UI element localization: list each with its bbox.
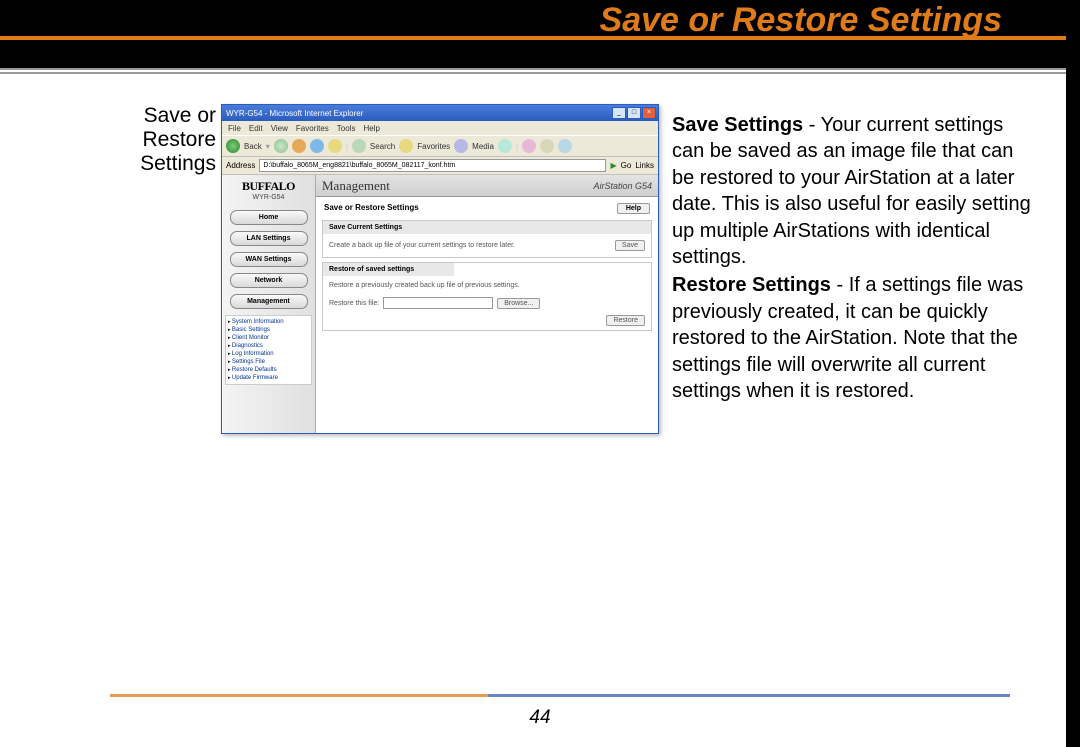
page-title: Save or Restore Settings	[324, 203, 419, 214]
ie-menubar: File Edit View Favorites Tools Help	[222, 121, 658, 135]
management-header: Management AirStation G54	[316, 175, 658, 197]
search-label: Search	[370, 142, 395, 151]
ie-address-bar: Address D:\buffalo_8065M_eng8821\buffalo…	[222, 157, 658, 175]
window-buttons: _ □ ×	[612, 107, 656, 119]
maximize-button[interactable]: □	[627, 107, 641, 119]
favorites-icon[interactable]	[399, 139, 413, 153]
menu-file[interactable]: File	[228, 124, 241, 133]
menu-tools[interactable]: Tools	[337, 124, 356, 133]
print-icon[interactable]	[540, 139, 554, 153]
airstation-label: AirStation G54	[593, 181, 652, 191]
minimize-button[interactable]: _	[612, 107, 626, 119]
sublink-system-information[interactable]: System Information	[228, 318, 309, 326]
model-label: WYR-G54	[253, 194, 285, 201]
sublink-restore-defaults[interactable]: Restore Defaults	[228, 366, 309, 374]
forward-icon[interactable]	[274, 139, 288, 153]
menu-help[interactable]: Help	[363, 124, 379, 133]
browser-screenshot: WYR-G54 - Microsoft Internet Explorer _ …	[221, 104, 659, 434]
ie-window-title: WYR-G54 - Microsoft Internet Explorer	[226, 109, 363, 118]
ie-titlebar: WYR-G54 - Microsoft Internet Explorer _ …	[222, 105, 658, 121]
browse-button[interactable]: Browse...	[497, 298, 540, 309]
page-title-row: Save or Restore Settings Help	[316, 197, 658, 216]
page-body: BUFFALO WYR-G54 Home LAN Settings WAN Se…	[222, 175, 658, 433]
history-icon[interactable]	[498, 139, 512, 153]
section-label-line2: Restore	[142, 128, 216, 151]
sublink-settings-file[interactable]: Settings File	[228, 358, 309, 366]
address-input[interactable]: D:\buffalo_8065M_eng8821\buffalo_8065M_0…	[259, 159, 606, 172]
home-icon[interactable]	[328, 139, 342, 153]
restore-button-row: Restore	[329, 317, 645, 324]
media-label: Media	[472, 142, 494, 151]
menu-favorites[interactable]: Favorites	[296, 124, 329, 133]
save-panel-title: Save Current Settings	[323, 221, 651, 234]
router-sidebar: BUFFALO WYR-G54 Home LAN Settings WAN Se…	[222, 175, 316, 433]
sublink-update-firmware[interactable]: Update Firmware	[228, 374, 309, 382]
save-settings-bold: Save Settings	[672, 114, 803, 136]
restore-settings-panel: Restore of saved settings Restore a prev…	[322, 262, 652, 331]
restore-file-label: Restore this file:	[329, 300, 379, 307]
go-button[interactable]: Go	[621, 161, 632, 170]
save-panel-body: Create a back up file of your current se…	[323, 234, 651, 257]
save-button[interactable]: Save	[615, 240, 645, 251]
restore-settings-bold: Restore Settings	[672, 274, 831, 296]
router-main-pane: Management AirStation G54 Save or Restor…	[316, 175, 658, 433]
save-settings-panel: Save Current Settings Create a back up f…	[322, 220, 652, 258]
back-label: Back	[244, 142, 262, 151]
links-label[interactable]: Links	[635, 161, 654, 170]
nav-management[interactable]: Management	[230, 294, 308, 309]
nav-lan-settings[interactable]: LAN Settings	[230, 231, 308, 246]
menu-view[interactable]: View	[271, 124, 288, 133]
section-label-line3: Settings	[140, 152, 216, 175]
nav-home[interactable]: Home	[230, 210, 308, 225]
restore-button[interactable]: Restore	[606, 315, 645, 326]
nav-network[interactable]: Network	[230, 273, 308, 288]
header-band: Save or Restore Settings	[0, 0, 1080, 70]
footer-rule	[110, 694, 1010, 697]
nav-wan-settings[interactable]: WAN Settings	[230, 252, 308, 267]
nav-sublinks: System Information Basic Settings Client…	[225, 315, 312, 385]
help-button[interactable]: Help	[617, 203, 650, 214]
sublink-log-information[interactable]: Log Information	[228, 350, 309, 358]
close-button[interactable]: ×	[642, 107, 656, 119]
save-panel-text: Create a back up file of your current se…	[329, 242, 515, 249]
sublink-basic-settings[interactable]: Basic Settings	[228, 326, 309, 334]
edit-icon[interactable]	[558, 139, 572, 153]
restore-file-row: Restore this file: Browse...	[329, 297, 645, 309]
section-label-line1: Save or	[144, 104, 216, 127]
favorites-label: Favorites	[417, 142, 450, 151]
sublink-client-monitor[interactable]: Client Monitor	[228, 334, 309, 342]
save-settings-text: - Your current settings can be saved as …	[672, 114, 1031, 268]
refresh-icon[interactable]	[310, 139, 324, 153]
header-accent-line	[0, 36, 1080, 40]
page-right-edge	[1066, 0, 1080, 747]
mail-icon[interactable]	[522, 139, 536, 153]
menu-edit[interactable]: Edit	[249, 124, 263, 133]
restore-panel-title: Restore of saved settings	[323, 263, 454, 276]
address-label: Address	[226, 161, 255, 170]
management-title: Management	[322, 178, 390, 194]
back-icon[interactable]	[226, 139, 240, 153]
description-text: Save Settings - Your current settings ca…	[672, 112, 1035, 406]
header-stripes	[0, 68, 1080, 76]
section-label: Save or Restore Settings	[118, 104, 216, 176]
search-icon[interactable]	[352, 139, 366, 153]
restore-panel-text: Restore a previously created back up fil…	[329, 282, 645, 289]
page-number: 44	[0, 707, 1080, 729]
ie-toolbar: Back ▾ | Search Favorites Media |	[222, 135, 658, 157]
sublink-diagnostics[interactable]: Diagnostics	[228, 342, 309, 350]
stop-icon[interactable]	[292, 139, 306, 153]
restore-file-input[interactable]	[383, 297, 493, 309]
buffalo-logo: BUFFALO	[242, 179, 295, 194]
header-title: Save or Restore Settings	[600, 0, 1002, 40]
restore-panel-body: Restore a previously created back up fil…	[323, 276, 651, 330]
media-icon[interactable]	[454, 139, 468, 153]
